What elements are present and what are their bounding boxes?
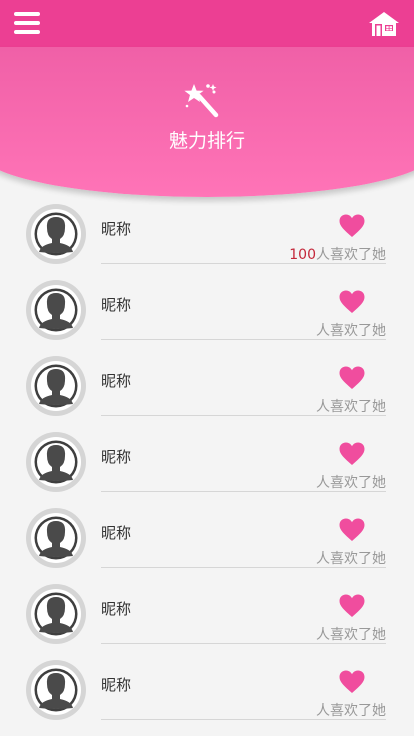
nickname: 昵称 — [101, 524, 132, 542]
likes-text: 100人喜欢了她 — [289, 244, 386, 264]
nickname: 昵称 — [101, 676, 132, 694]
likes-text: 人喜欢了她 — [316, 472, 386, 492]
menu-line — [14, 21, 40, 25]
default-avatar-icon — [31, 209, 81, 259]
likes-text: 人喜欢了她 — [316, 700, 386, 720]
heart-icon[interactable] — [339, 214, 365, 238]
divider — [101, 567, 386, 568]
default-avatar-icon — [31, 589, 81, 639]
avatar — [26, 584, 86, 644]
header-banner — [0, 47, 414, 197]
menu-line — [14, 30, 40, 34]
avatar — [26, 356, 86, 416]
list-item[interactable]: 昵称 人喜欢了她 — [0, 276, 414, 352]
likes-text: 人喜欢了她 — [316, 624, 386, 644]
likes-text: 人喜欢了她 — [316, 320, 386, 340]
heart-icon[interactable] — [339, 670, 365, 694]
list-item[interactable]: 昵称 100人喜欢了她 — [0, 200, 414, 276]
list-item[interactable]: 昵称 人喜欢了她 — [0, 504, 414, 580]
list-item[interactable]: 昵称 人喜欢了她 — [0, 428, 414, 504]
likes-count: 100 — [289, 247, 316, 263]
avatar — [26, 432, 86, 492]
list-item[interactable]: 昵称 人喜欢了她 — [0, 352, 414, 428]
menu-icon[interactable] — [14, 12, 40, 34]
list-item[interactable]: 昵称 人喜欢了她 — [0, 580, 414, 656]
avatar — [26, 508, 86, 568]
default-avatar-icon — [31, 437, 81, 487]
nickname: 昵称 — [101, 448, 132, 466]
divider — [101, 263, 386, 264]
default-avatar-icon — [31, 665, 81, 715]
list-item[interactable]: 昵称 人喜欢了她 — [0, 656, 414, 732]
magic-wand-icon — [184, 84, 219, 118]
likes-label: 人喜欢了她 — [316, 551, 386, 567]
top-bar — [0, 0, 414, 47]
nickname: 昵称 — [101, 372, 132, 390]
divider — [101, 719, 386, 720]
likes-text: 人喜欢了她 — [316, 548, 386, 568]
likes-text: 人喜欢了她 — [316, 396, 386, 416]
avatar — [26, 660, 86, 720]
nickname: 昵称 — [101, 220, 132, 238]
likes-label: 人喜欢了她 — [316, 627, 386, 643]
avatar — [26, 280, 86, 340]
nickname: 昵称 — [101, 296, 132, 314]
heart-icon[interactable] — [339, 442, 365, 466]
divider — [101, 643, 386, 644]
default-avatar-icon — [31, 513, 81, 563]
heart-icon[interactable] — [339, 594, 365, 618]
likes-label: 人喜欢了她 — [316, 323, 386, 339]
divider — [101, 491, 386, 492]
heart-icon[interactable] — [339, 290, 365, 314]
page-title: 魅力排行 — [168, 130, 245, 152]
heart-icon[interactable] — [339, 366, 365, 390]
likes-label: 人喜欢了她 — [316, 399, 386, 415]
divider — [101, 339, 386, 340]
likes-label: 人喜欢了她 — [316, 703, 386, 719]
home-icon[interactable] — [368, 11, 400, 37]
likes-label: 人喜欢了她 — [316, 475, 386, 491]
default-avatar-icon — [31, 285, 81, 335]
heart-icon[interactable] — [339, 518, 365, 542]
divider — [101, 415, 386, 416]
menu-line — [14, 12, 40, 16]
likes-label: 人喜欢了她 — [316, 247, 386, 263]
avatar — [26, 204, 86, 264]
nickname: 昵称 — [101, 600, 132, 618]
default-avatar-icon — [31, 361, 81, 411]
